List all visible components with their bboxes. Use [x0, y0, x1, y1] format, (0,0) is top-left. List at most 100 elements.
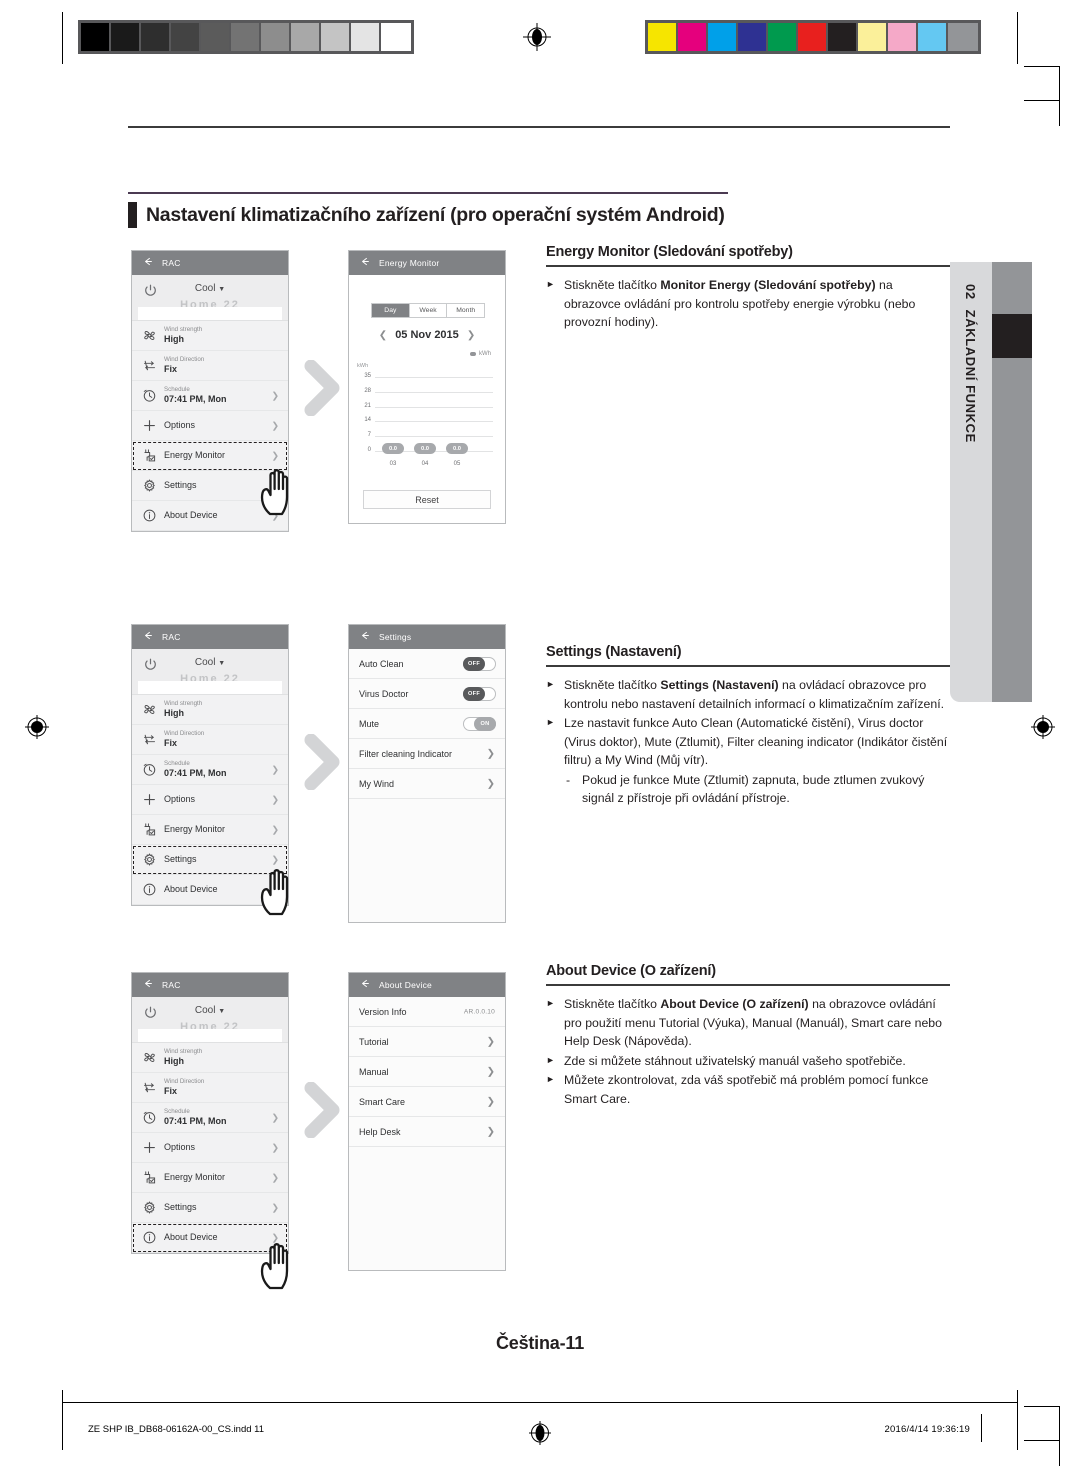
- menu-item-label: About Device: [164, 1231, 218, 1242]
- menu-item-high[interactable]: Wind strength High: [132, 695, 288, 725]
- about-row-help-desk[interactable]: Help Desk ❯: [349, 1117, 505, 1147]
- phone-title-text: RAC: [162, 258, 181, 268]
- flow-arrow-icon-1: [303, 359, 343, 417]
- back-arrow-icon[interactable]: [142, 630, 153, 644]
- mode-selector[interactable]: Cool ▼: [132, 657, 288, 668]
- settings-row-filter-cleaning-indicator[interactable]: Filter cleaning Indicator ❯: [349, 739, 505, 769]
- plus-icon: [142, 418, 164, 433]
- menu-item-07-41-pm-mon[interactable]: Schedule 07:41 PM, Mon ❯: [132, 1103, 288, 1133]
- back-arrow-icon[interactable]: [359, 630, 370, 644]
- menu-item-options[interactable]: Options ❯: [132, 411, 288, 441]
- back-arrow-icon[interactable]: [359, 256, 370, 270]
- back-arrow-icon[interactable]: [142, 978, 153, 992]
- menu-item-high[interactable]: Wind strength High: [132, 321, 288, 351]
- about-row-tutorial[interactable]: Tutorial ❯: [349, 1027, 505, 1057]
- crop-mark-top-right-3: [1059, 66, 1060, 126]
- airflow-icon: [142, 1081, 164, 1094]
- menu-item-fix[interactable]: Wind Direction Fix: [132, 1073, 288, 1103]
- chevron-right-icon: ❯: [486, 748, 495, 759]
- menu-item-energy-monitor[interactable]: Energy Monitor ❯: [132, 1163, 288, 1193]
- menu-item-label: About Device: [164, 509, 218, 520]
- phone-mockup-rac-about: RAC Cool ▼ Home 22 Wind strength High Wi…: [131, 972, 289, 1254]
- period-segmented-control[interactable]: Day Week Month: [371, 303, 485, 318]
- phone-title-bar: RAC: [132, 973, 288, 997]
- footer-registration-target-icon: [525, 1418, 555, 1448]
- phone-mockup-about-device: About Device Version Info AR.0.0.10 Tutor…: [348, 972, 506, 1271]
- about-row-manual[interactable]: Manual ❯: [349, 1057, 505, 1087]
- text-section-about-device: About Device (O zařízení) ► Stiskněte tl…: [546, 963, 950, 1109]
- date-navigator: ❮ 05 Nov 2015 ❯: [349, 329, 505, 341]
- period-tab-day[interactable]: Day: [372, 304, 410, 317]
- mode-selector[interactable]: Cool ▼: [132, 1005, 288, 1016]
- chevron-right-icon: ❯: [271, 450, 279, 460]
- menu-item-fix[interactable]: Wind Direction Fix: [132, 725, 288, 755]
- toggle-mute[interactable]: ON: [463, 716, 496, 731]
- menu-item-07-41-pm-mon[interactable]: Schedule 07:41 PM, Mon ❯: [132, 381, 288, 411]
- menu-item-text: Options: [164, 420, 195, 430]
- menu-item-value: 07:41 PM, Mon: [164, 393, 227, 404]
- menu-item-sublabel: Wind Direction: [164, 1078, 205, 1086]
- menu-item-settings[interactable]: Settings ❯: [132, 1193, 288, 1223]
- section-rule-1: [546, 665, 950, 667]
- back-arrow-icon[interactable]: [142, 256, 153, 270]
- toggle-virus-doctor[interactable]: OFF: [463, 686, 496, 701]
- chevron-right-icon: ❯: [486, 1096, 495, 1107]
- dash-marker: -: [566, 772, 571, 787]
- swatch-5: [798, 23, 828, 51]
- menu-item-07-41-pm-mon[interactable]: Schedule 07:41 PM, Mon ❯: [132, 755, 288, 785]
- about-row-version-info[interactable]: Version Info AR.0.0.10: [349, 997, 505, 1027]
- chevron-right-icon: ❯: [271, 1112, 279, 1122]
- bullet-triangle-icon: ►: [546, 279, 555, 289]
- mode-selector[interactable]: Cool ▼: [132, 283, 288, 294]
- period-tab-month[interactable]: Month: [447, 304, 484, 317]
- menu-item-fix[interactable]: Wind Direction Fix: [132, 351, 288, 381]
- menu-item-text: Wind strength High: [164, 327, 202, 344]
- x-tick-05: 05: [453, 461, 461, 467]
- registration-target-icon-left: [22, 712, 52, 742]
- bar-value-05: 0.0: [446, 443, 468, 454]
- swatch-8: [321, 23, 351, 51]
- footer-file-name: ZE SHP IB_DB68-06162A-00_CS.indd 11: [88, 1424, 265, 1435]
- settings-row-mute[interactable]: Mute ON: [349, 709, 505, 739]
- bullet-2-2: ► Můžete zkontrolovat, zda váš spotřebič…: [546, 1071, 950, 1108]
- menu-item-sublabel: Schedule: [164, 1108, 190, 1116]
- clip-mask: [138, 307, 282, 320]
- chevron-down-icon: ▼: [218, 286, 226, 293]
- chevron-right-icon[interactable]: ❯: [462, 330, 480, 341]
- menu-item-sublabel: Wind strength: [164, 326, 203, 334]
- chart-y-axis-label: kWh: [357, 363, 369, 369]
- menu-item-options[interactable]: Options ❯: [132, 1133, 288, 1163]
- chevron-left-icon[interactable]: ❮: [374, 330, 392, 341]
- reset-button[interactable]: Reset: [363, 490, 491, 509]
- menu-item-options[interactable]: Options ❯: [132, 785, 288, 815]
- settings-row-virus-doctor[interactable]: Virus Doctor OFF: [349, 679, 505, 709]
- swatch-0: [81, 23, 111, 51]
- about-row-smart-care[interactable]: Smart Care ❯: [349, 1087, 505, 1117]
- back-arrow-icon[interactable]: [359, 978, 370, 992]
- swatch-2: [141, 23, 171, 51]
- swatch-9: [918, 23, 948, 51]
- flow-arrow-icon-3: [303, 1081, 343, 1139]
- menu-item-text: Energy Monitor: [164, 1172, 225, 1182]
- menu-item-value: 07:41 PM, Mon: [164, 1115, 227, 1126]
- swatch-0: [648, 23, 678, 51]
- settings-row-label: Virus Doctor: [359, 688, 409, 699]
- registration-target-icon-right: [1028, 712, 1058, 742]
- settings-row-auto-clean[interactable]: Auto Clean OFF: [349, 649, 505, 679]
- about-empty-area: [349, 1147, 505, 1270]
- swatch-4: [768, 23, 798, 51]
- toggle-auto-clean[interactable]: OFF: [463, 656, 496, 671]
- crop-mark-bottom-right-2: [1024, 1406, 1060, 1407]
- info-icon: [142, 882, 164, 897]
- gridline-35: [375, 377, 493, 378]
- phone-mockup-settings: Settings Auto Clean OFF Virus Doctor OFF…: [348, 624, 506, 923]
- bullet-text: Stiskněte tlačítko Monitor Energy (Sledo…: [564, 278, 916, 329]
- y-tick-0: 0: [367, 447, 371, 453]
- crop-mark-left: [62, 12, 63, 64]
- energy-chart: kWh 35 28 21 14 7 0 03 0.0 04 0.0 05 0.0: [357, 363, 497, 475]
- menu-item-energy-monitor[interactable]: Energy Monitor ❯: [132, 815, 288, 845]
- energy-monitor-body: Day Week Month ❮ 05 Nov 2015 ❯ kWh kWh 35 28…: [349, 275, 505, 523]
- settings-row-my-wind[interactable]: My Wind ❯: [349, 769, 505, 799]
- menu-item-high[interactable]: Wind strength High: [132, 1043, 288, 1073]
- period-tab-week[interactable]: Week: [410, 304, 448, 317]
